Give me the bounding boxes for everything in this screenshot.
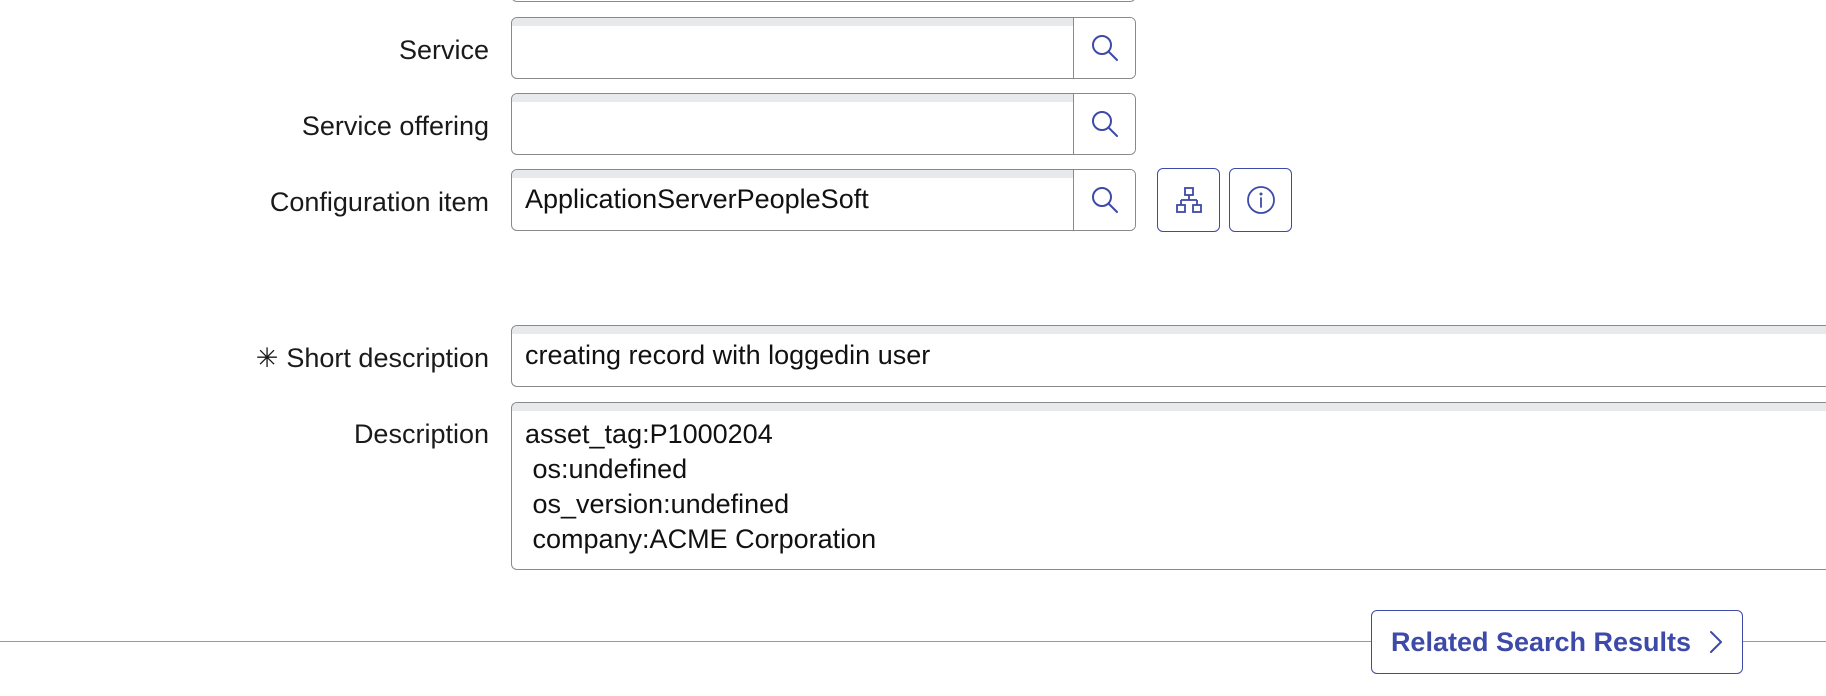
chevron-right-icon (1710, 631, 1723, 653)
search-icon (1091, 111, 1118, 137)
related-search-results-label: Related Search Results (1390, 626, 1692, 657)
service-field[interactable] (511, 17, 1136, 79)
service-offering-lookup-button[interactable] (1073, 94, 1135, 154)
search-icon (1091, 35, 1118, 61)
description-line: company:ACME Corporation (525, 524, 877, 554)
previous-field-edge (511, 0, 1136, 2)
short-description-label: Short description (286, 343, 489, 373)
related-search-results-button[interactable]: Related Search Results (1371, 610, 1743, 674)
dependency-map-icon (1175, 187, 1202, 213)
configuration-item-lookup-button[interactable] (1073, 170, 1135, 230)
dependency-map-button[interactable] (1157, 168, 1220, 232)
service-offering-field[interactable] (511, 93, 1136, 155)
description-line: os:undefined (525, 454, 688, 484)
description-line: asset_tag:P1000204 (525, 419, 773, 449)
configuration-item-input[interactable]: ApplicationServerPeopleSoft (525, 182, 869, 216)
service-label: Service (398, 35, 489, 65)
service-offering-label: Service offering (301, 111, 489, 141)
required-marker-icon: ✳ (255, 343, 279, 373)
description-textarea[interactable]: asset_tag:P1000204 os:undefined os_versi… (511, 402, 1826, 570)
short-description-input[interactable]: creating record with loggedin user (525, 338, 930, 372)
short-description-field[interactable]: creating record with loggedin user (511, 325, 1826, 387)
info-icon (1246, 186, 1275, 214)
description-label: Description (353, 419, 489, 449)
search-icon (1091, 187, 1118, 213)
short-description-label-group: ✳ Short description (256, 341, 489, 375)
info-button[interactable] (1229, 168, 1292, 232)
configuration-item-field[interactable]: ApplicationServerPeopleSoft (511, 169, 1136, 231)
description-line: os_version:undefined (525, 489, 790, 519)
configuration-item-label: Configuration item (269, 187, 489, 217)
service-lookup-button[interactable] (1073, 18, 1135, 78)
description-text: asset_tag:P1000204 os:undefined os_versi… (525, 417, 876, 557)
